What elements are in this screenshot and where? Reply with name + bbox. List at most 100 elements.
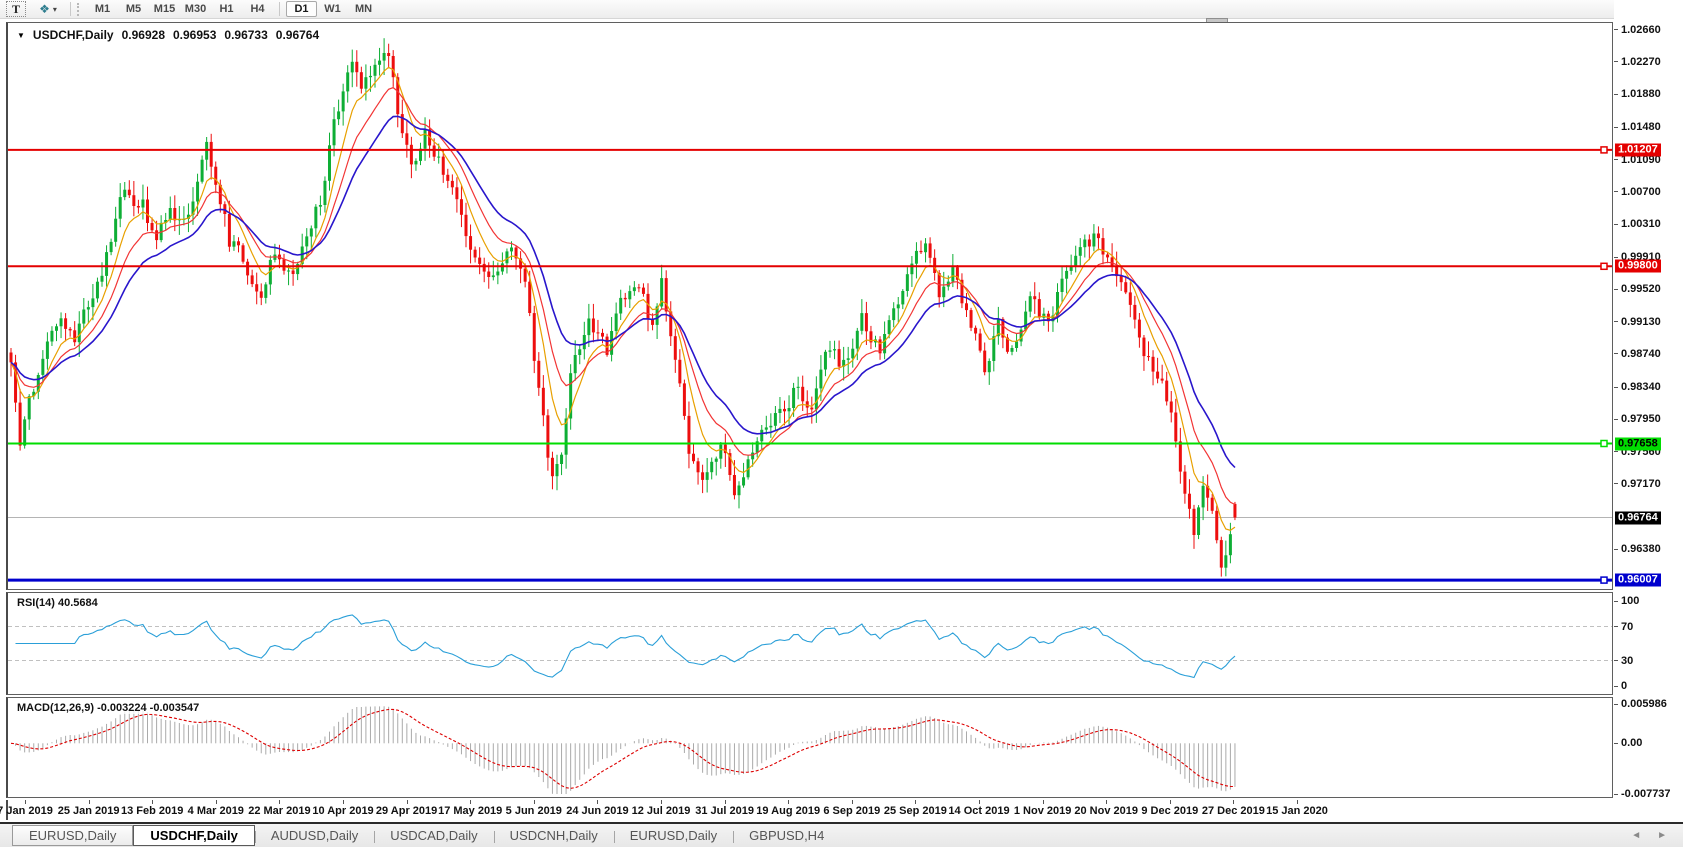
toolbar-separator xyxy=(279,2,280,16)
time-tick-label: 12 Jul 2019 xyxy=(632,805,691,817)
rsi-line xyxy=(16,615,1236,678)
price-tick-label: 0.97170 xyxy=(1614,478,1661,490)
timeframe-h1-button[interactable]: H1 xyxy=(211,1,242,17)
dropdown-caret-icon: ▾ xyxy=(53,5,57,14)
price-tick-label: 1.02660 xyxy=(1614,24,1661,36)
timeframe-m1-button[interactable]: M1 xyxy=(87,1,118,17)
time-tick-label: 9 Dec 2019 xyxy=(1141,805,1198,817)
time-tick-label: 15 Jan 2020 xyxy=(1266,805,1328,817)
price-tick-label: 1.01880 xyxy=(1614,88,1661,100)
tab-scroll-arrows: ◄ ► xyxy=(1631,830,1667,841)
price-tick-label: 1.00700 xyxy=(1614,186,1661,198)
current-price-label: 0.96764 xyxy=(1615,511,1661,524)
time-tick xyxy=(852,800,853,804)
tab-audusd-daily[interactable]: AUDUSD,Daily xyxy=(255,826,374,845)
macd-indicator-panel[interactable]: MACD(12,26,9) -0.003224 -0.003547 xyxy=(6,697,1613,798)
timeframe-m15-button[interactable]: M15 xyxy=(149,1,180,17)
tab-gbpusd-h4[interactable]: GBPUSD,H4 xyxy=(733,826,840,845)
price-tick-label: 0.00 xyxy=(1614,737,1642,749)
time-tick-label: 14 Oct 2019 xyxy=(948,805,1009,817)
time-tick-label: 1 Nov 2019 xyxy=(1014,805,1071,817)
time-tick-label: 31 Jul 2019 xyxy=(695,805,754,817)
text-cursor-tool-button[interactable]: T xyxy=(6,1,26,17)
time-tick xyxy=(1106,800,1107,804)
price-tick-label: 1.00310 xyxy=(1614,218,1661,230)
timeframe-m5-button[interactable]: M5 xyxy=(118,1,149,17)
hline-price-label: 0.99800 xyxy=(1615,260,1661,273)
rsi-chart[interactable] xyxy=(8,593,1612,694)
ohlc-close: 0.96764 xyxy=(276,28,319,42)
time-tick xyxy=(597,800,598,804)
price-chart-panel[interactable]: ▼ USDCHF,Daily 0.96928 0.96953 0.96733 0… xyxy=(6,22,1613,590)
price-tick-label: -0.007737 xyxy=(1614,788,1671,800)
time-tick xyxy=(279,800,280,804)
ohlc-low: 0.96733 xyxy=(224,28,267,42)
time-tick xyxy=(788,800,789,804)
timeframe-h4-button[interactable]: H4 xyxy=(242,1,273,17)
price-axis[interactable]: 1.026601.022701.018801.014801.010901.007… xyxy=(1614,0,1683,820)
tab-eurusd-daily[interactable]: EURUSD,Daily xyxy=(12,825,133,846)
price-tick-label: 0.99130 xyxy=(1614,316,1661,328)
price-tick-label: 0.99520 xyxy=(1614,283,1661,295)
time-tick xyxy=(915,800,916,804)
top-toolbar: T ❖ ▾ M1 M5 M15 M30 H1 H4 D1 W1 MN xyxy=(0,0,1683,19)
hline-price-label: 0.97658 xyxy=(1615,437,1661,450)
price-tick-label: 30 xyxy=(1614,655,1633,667)
time-tick-label: 7 Jan 2019 xyxy=(0,805,53,817)
price-tick-label: 0.98340 xyxy=(1614,381,1661,393)
time-tick xyxy=(1043,800,1044,804)
time-tick xyxy=(89,800,90,804)
price-tick-label: 0.97950 xyxy=(1614,413,1661,425)
time-tick xyxy=(534,800,535,804)
time-tick-label: 25 Sep 2019 xyxy=(884,805,947,817)
macd-histogram-layer xyxy=(11,706,1235,794)
time-tick xyxy=(979,800,980,804)
time-tick xyxy=(1233,800,1234,804)
timeframe-mn-button[interactable]: MN xyxy=(348,1,379,17)
time-tick-label: 17 May 2019 xyxy=(438,805,502,817)
timeframe-w1-button[interactable]: W1 xyxy=(317,1,348,17)
price-tick-label: 1.01480 xyxy=(1614,121,1661,133)
time-axis[interactable]: 7 Jan 201925 Jan 201913 Feb 20194 Mar 20… xyxy=(6,800,1614,820)
price-tick-label: 0 xyxy=(1614,680,1627,692)
toolbar-separator xyxy=(70,2,71,16)
timeframe-d1-button[interactable]: D1 xyxy=(286,1,317,17)
price-tick-label: 0.96380 xyxy=(1614,543,1661,555)
candlestick-chart[interactable] xyxy=(8,23,1612,589)
price-tick-label: 1.02270 xyxy=(1614,56,1661,68)
time-tick-label: 20 Nov 2019 xyxy=(1074,805,1138,817)
tab-usdcnh-daily[interactable]: USDCNH,Daily xyxy=(494,826,614,845)
tab-eurusd-daily-2[interactable]: EURUSD,Daily xyxy=(614,826,733,845)
tab-scroll-right-icon[interactable]: ► xyxy=(1657,830,1667,841)
tab-usdchf-daily[interactable]: USDCHF,Daily xyxy=(133,825,254,846)
time-tick-label: 19 Aug 2019 xyxy=(756,805,820,817)
time-tick xyxy=(661,800,662,804)
tab-scroll-left-icon[interactable]: ◄ xyxy=(1631,830,1641,841)
time-tick-label: 25 Jan 2019 xyxy=(58,805,120,817)
price-tick-label: 0.98740 xyxy=(1614,348,1661,360)
chart-tab-bar: EURUSD,Daily USDCHF,Daily AUDUSD,Daily U… xyxy=(0,822,1683,847)
collapse-triangle-icon[interactable]: ▼ xyxy=(17,31,25,40)
time-tick-label: 4 Mar 2019 xyxy=(188,805,244,817)
time-tick xyxy=(470,800,471,804)
time-tick xyxy=(216,800,217,804)
macd-signal-line xyxy=(11,709,1235,788)
time-tick-label: 13 Feb 2019 xyxy=(121,805,183,817)
time-tick xyxy=(407,800,408,804)
macd-label: MACD(12,26,9) -0.003224 -0.003547 xyxy=(17,702,199,714)
price-tick-label: 70 xyxy=(1614,621,1633,633)
rsi-label: RSI(14) 40.5684 xyxy=(17,597,98,609)
ohlc-high: 0.96953 xyxy=(173,28,216,42)
rsi-indicator-panel[interactable]: RSI(14) 40.5684 xyxy=(6,592,1613,695)
toolbar-grip[interactable] xyxy=(77,3,81,16)
time-tick xyxy=(25,800,26,804)
chart-title: ▼ USDCHF,Daily 0.96928 0.96953 0.96733 0… xyxy=(17,28,323,42)
time-tick xyxy=(152,800,153,804)
hline-price-label: 0.96007 xyxy=(1615,574,1661,587)
macd-chart[interactable] xyxy=(8,698,1612,797)
time-tick xyxy=(1170,800,1171,804)
tab-usdcad-daily[interactable]: USDCAD,Daily xyxy=(374,826,493,845)
time-tick-label: 10 Apr 2019 xyxy=(312,805,373,817)
style-tool-button[interactable]: ❖ ▾ xyxy=(32,1,64,17)
timeframe-m30-button[interactable]: M30 xyxy=(180,1,211,17)
